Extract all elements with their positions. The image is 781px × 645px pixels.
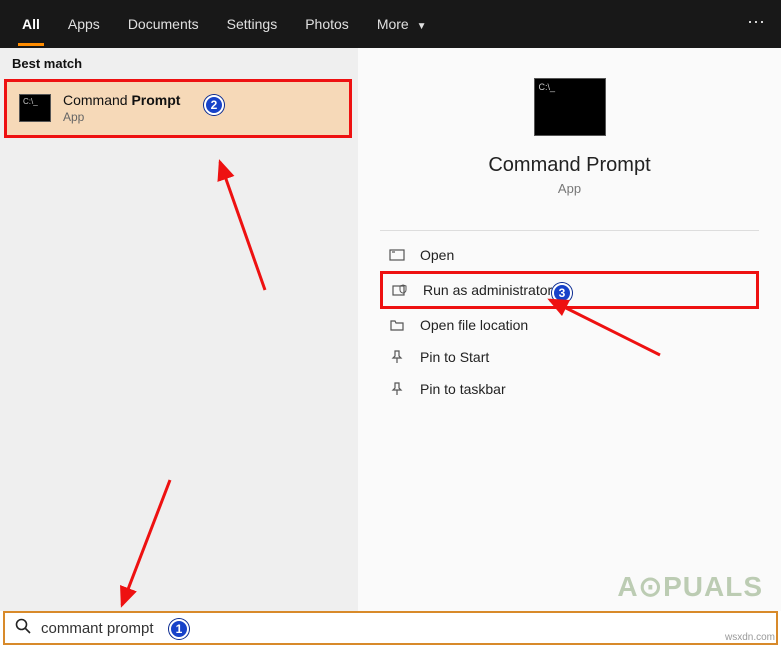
result-title-pre: Command — [63, 92, 131, 108]
action-pin-taskbar-label: Pin to taskbar — [420, 381, 506, 397]
best-match-header: Best match — [0, 48, 358, 77]
action-open[interactable]: Open — [380, 239, 759, 271]
preview-subtitle: App — [380, 181, 759, 196]
overflow-menu-button[interactable]: ⋯ — [747, 12, 767, 33]
tab-settings[interactable]: Settings — [213, 2, 292, 46]
result-preview-pane: C:\_ Command Prompt App Open Run as admi… — [358, 48, 781, 611]
action-open-file-location[interactable]: Open file location — [380, 309, 759, 341]
search-bar[interactable] — [3, 611, 778, 645]
result-text: Command Prompt App — [63, 92, 180, 125]
result-command-prompt[interactable]: C:\_ Command Prompt App — [4, 79, 352, 138]
preview-cmd-icon: C:\_ — [534, 78, 606, 136]
tab-apps[interactable]: Apps — [54, 2, 114, 46]
annotation-badge-1: 1 — [169, 619, 189, 639]
chevron-down-icon: ▼ — [417, 21, 427, 32]
result-title-bold: Prompt — [131, 92, 180, 108]
tab-documents[interactable]: Documents — [114, 2, 213, 46]
preview-title: Command Prompt — [380, 154, 759, 177]
pin-icon — [388, 349, 406, 365]
folder-icon — [388, 317, 406, 333]
result-subtitle: App — [63, 110, 180, 125]
action-pin-to-start[interactable]: Pin to Start — [380, 341, 759, 373]
pin-icon — [388, 381, 406, 397]
open-icon — [388, 247, 406, 263]
tab-photos[interactable]: Photos — [291, 2, 363, 46]
divider — [380, 230, 759, 231]
admin-shield-icon — [391, 282, 409, 298]
annotation-badge-3: 3 — [552, 283, 572, 303]
cmd-icon: C:\_ — [19, 94, 51, 122]
action-pin-start-label: Pin to Start — [420, 349, 489, 365]
search-results-pane: Best match C:\_ Command Prompt App C:\_ … — [0, 48, 781, 611]
result-title: Command Prompt — [63, 92, 180, 110]
image-credit: wsxdn.com — [725, 632, 775, 643]
annotation-badge-2: 2 — [204, 95, 224, 115]
search-filter-tabs: All Apps Documents Settings Photos More … — [0, 0, 781, 48]
tab-all[interactable]: All — [8, 2, 54, 46]
action-run-admin-label: Run as administrator — [423, 282, 552, 298]
action-open-label: Open — [420, 247, 454, 263]
search-input[interactable] — [41, 620, 766, 637]
action-pin-to-taskbar[interactable]: Pin to taskbar — [380, 373, 759, 405]
tab-more-label: More — [377, 16, 409, 32]
results-list: Best match C:\_ Command Prompt App — [0, 48, 358, 611]
action-list: Open Run as administrator Open file loca… — [380, 239, 759, 405]
search-icon — [15, 618, 31, 639]
watermark: A⊙PUALS — [617, 570, 763, 603]
tab-more[interactable]: More ▼ — [363, 2, 441, 46]
action-open-loc-label: Open file location — [420, 317, 528, 333]
